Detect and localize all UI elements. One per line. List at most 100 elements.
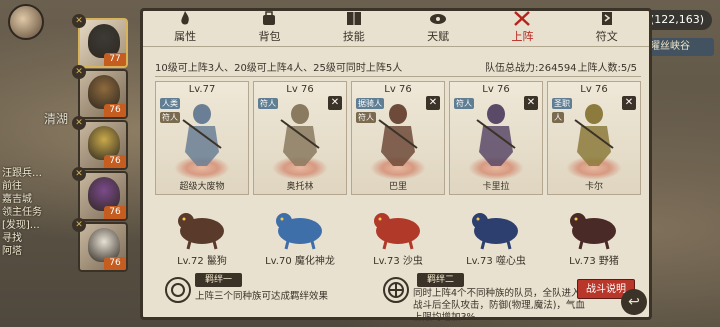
quest-tracker-line[interactable]: 汪跟兵… (2, 168, 62, 180)
left-sidebar: 清湖 汪跟兵… 前往 嘉吉城 领主任务 [发现]… 寻找 阿塔 (0, 0, 78, 327)
pet-slot[interactable]: Lv.72 鬣狗 (155, 197, 249, 269)
hero-level: 76 (104, 155, 126, 168)
tab-3[interactable]: 天赋 (406, 9, 470, 46)
bond2-icon (383, 277, 409, 303)
roster-hero-3[interactable]: ✕ 76 (72, 167, 128, 221)
flame-icon (181, 11, 189, 25)
hero-level: 76 (104, 104, 126, 117)
tab-5[interactable]: 符文 (575, 9, 639, 46)
swords-icon: ✕ (72, 65, 86, 79)
remove-icon[interactable]: ✕ (524, 96, 538, 110)
tab-label: 技能 (342, 30, 365, 43)
pet-label: Lv.73 噬心虫 (466, 256, 526, 267)
hero-name: 卡尔 (584, 182, 603, 192)
pet-figure (570, 213, 616, 250)
bag-icon (263, 11, 276, 25)
hero-figure (574, 104, 614, 166)
tab-label: 符文 (595, 30, 618, 43)
hero-figure (378, 104, 418, 166)
bond1-text: 上阵三个同种族可达成羁绊效果 (195, 291, 329, 302)
bond-section: 羁绊一 上阵三个同种族可达成羁绊效果 羁绊二 同时上阵4个不同种族的队员，全队进… (155, 271, 641, 323)
formation-rule-text: 10级可上阵3人、20级可上阵4人、25级可同时上阵5人 (155, 63, 403, 74)
race-tag: 人 (552, 112, 564, 123)
return-icon[interactable]: ↩ (621, 289, 647, 315)
quest-tracker-line[interactable]: 领主任务 (2, 207, 62, 219)
bond1-title: 羁绊一 (195, 273, 243, 287)
team-card[interactable]: Lv 76 据骑人 符人 ✕ 巴里 (351, 81, 445, 195)
team-card[interactable]: Lv 76 圣职人 ✕ 卡尔 (547, 81, 641, 195)
pet-slot[interactable]: Lv.73 噬心虫 (449, 197, 543, 269)
tab-label: 天赋 (427, 30, 450, 43)
pet-label: Lv.73 野猪 (569, 256, 619, 267)
hero-name: 超级大废物 (179, 182, 225, 192)
hero-roster: ✕ 77 ✕ 76 ✕ 76 ✕ 76 ✕ 76 (72, 14, 130, 273)
team-card[interactable]: Lv.77 人类符人超级大废物 (155, 81, 249, 195)
pet-slot[interactable]: Lv.70 魔化神龙 (253, 197, 347, 269)
team-cards: Lv.77 人类 符人 超级大废物 Lv 76 符人 ✕ 奥托林 Lv 76 据骑人 符人 ✕ 巴里 Lv… (155, 81, 641, 195)
swords-icon: ✕ (72, 14, 86, 28)
swords-icon: ✕ (72, 116, 86, 130)
race-tag: 符人 (160, 112, 180, 123)
player-avatar[interactable] (8, 4, 44, 40)
tab-1[interactable]: 背包 (237, 9, 301, 46)
team-power: 队伍总战力:264594 (485, 63, 577, 74)
quest-tracker-line[interactable]: 嘉吉城 (2, 194, 62, 206)
card-level: Lv 76 (384, 84, 412, 95)
card-level: Lv.77 (188, 84, 216, 95)
remove-icon[interactable]: ✕ (622, 96, 636, 110)
formation-info-bar: 10级可上阵3人、20级可上阵4人、25级可同时上阵5人 队伍总战力:26459… (155, 61, 641, 77)
panel-tabs: 属性 背包 技能 天赋 上阵 符文 (143, 11, 649, 47)
hero-name: 卡里拉 (482, 182, 510, 192)
remove-icon[interactable]: ✕ (426, 96, 440, 110)
pet-slot[interactable]: Lv.73 沙虫 (351, 197, 445, 269)
quest-tracker-line[interactable]: [发现]… (2, 220, 62, 232)
formation-panel: 属性 背包 技能 天赋 上阵 符文 10级可上阵3人、20级可上阵4人、25级可同时上阵5… (140, 8, 652, 323)
pet-label: Lv.72 鬣狗 (177, 256, 227, 267)
pet-figure (178, 213, 224, 250)
bond2-title: 羁绊二 (417, 273, 465, 287)
remove-icon[interactable]: ✕ (328, 96, 342, 110)
hero-figure (476, 104, 516, 166)
hero-figure (280, 104, 320, 166)
book-icon (346, 12, 361, 25)
rune-icon (601, 12, 612, 25)
coordinate-readout: (122,163) (641, 10, 712, 30)
pet-figure (472, 213, 518, 250)
pet-slot[interactable]: Lv.73 野猪 (547, 197, 641, 269)
swords-icon (514, 11, 531, 26)
roster-hero-2[interactable]: ✕ 76 (72, 116, 128, 170)
pet-label: Lv.73 沙虫 (373, 256, 423, 267)
hero-name: 奥托林 (286, 182, 314, 192)
bond2-text: 同时上阵4个不同种族的队员，全队进入 战斗后全队攻击，防御(物理,魔法)，气血 … (413, 288, 585, 323)
hero-name: 巴里 (388, 182, 407, 192)
roster-hero-1[interactable]: ✕ 76 (72, 65, 128, 119)
roster-hero-4[interactable]: ✕ 76 (72, 218, 128, 272)
bond1-icon (165, 277, 191, 303)
team-count: 上阵人数:5/5 (577, 63, 637, 74)
hero-figure (182, 104, 222, 166)
tab-label: 上阵 (511, 30, 534, 43)
roster-hero-0[interactable]: ✕ 77 (72, 14, 128, 68)
eye-icon (430, 14, 447, 24)
tab-2[interactable]: 技能 (322, 9, 386, 46)
card-level: Lv 76 (482, 84, 510, 95)
tab-label: 属性 (174, 30, 197, 43)
quest-tracker-line[interactable]: 阿塔 (2, 246, 62, 258)
tab-4[interactable]: 上阵 (490, 9, 554, 46)
quest-tracker-line[interactable]: 寻找 (2, 233, 62, 245)
pet-figure (276, 213, 322, 250)
pet-row: Lv.72 鬣狗 Lv.70 魔化神龙 Lv.73 沙虫 Lv.73 噬心虫 Lv.73… (155, 197, 641, 269)
team-card[interactable]: Lv 76 符人 ✕ 奥托林 (253, 81, 347, 195)
race-tag: 人类 (160, 98, 180, 109)
card-level: Lv 76 (286, 84, 314, 95)
card-level: Lv 76 (580, 84, 608, 95)
pet-label: Lv.70 魔化神龙 (265, 256, 335, 267)
tab-0[interactable]: 属性 (153, 9, 217, 46)
area-name: 清湖 (44, 112, 69, 126)
quest-tracker-line[interactable]: 前往 (2, 181, 62, 193)
hero-level: 76 (104, 257, 126, 270)
swords-icon: ✕ (72, 218, 86, 232)
tab-label: 背包 (258, 30, 281, 43)
swords-icon: ✕ (72, 167, 86, 181)
team-card[interactable]: Lv 76 符人 ✕ 卡里拉 (449, 81, 543, 195)
